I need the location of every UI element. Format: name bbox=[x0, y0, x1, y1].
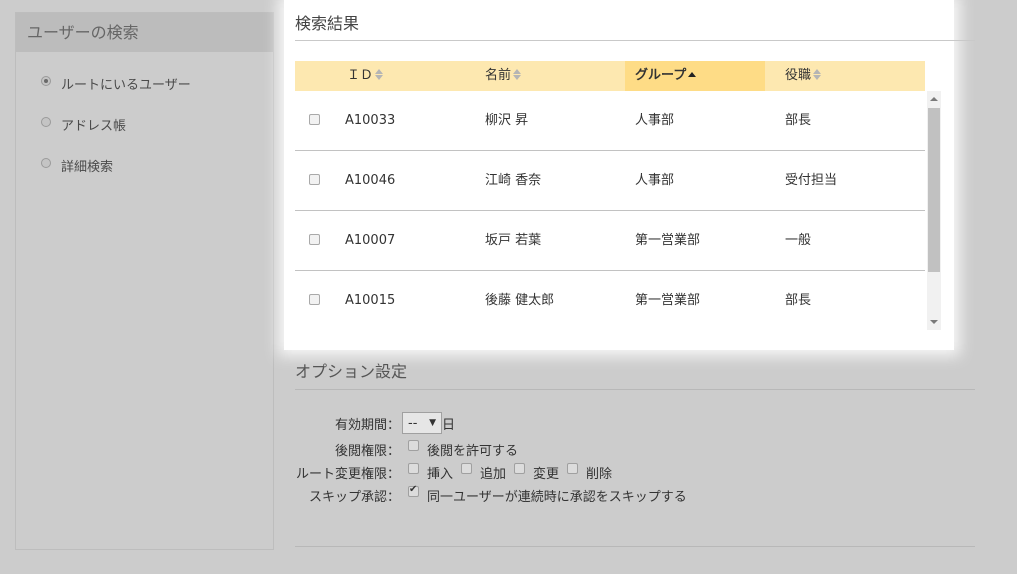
cell-id: A10015 bbox=[345, 293, 396, 308]
radio-label: 詳細検索 bbox=[61, 160, 114, 175]
options-title: オプション設定 bbox=[295, 362, 408, 381]
results-title: 検索結果 bbox=[295, 14, 360, 33]
column-header-label: 役職 bbox=[785, 68, 812, 83]
add-checkbox[interactable] bbox=[461, 463, 473, 474]
view-permission-checkbox[interactable] bbox=[408, 440, 419, 451]
cell-position: 受付担当 bbox=[785, 173, 838, 188]
delete-checkbox[interactable] bbox=[567, 463, 579, 474]
sort-icon bbox=[375, 69, 384, 80]
table-row[interactable]: A10046 江崎 香奈 人事部 受付担当 bbox=[295, 151, 925, 211]
cell-id: A10033 bbox=[345, 113, 396, 128]
column-header-id[interactable]: ＩＤ bbox=[347, 61, 427, 91]
scroll-down-arrow-icon[interactable] bbox=[930, 320, 938, 324]
table-row[interactable]: A10033 柳沢 昇 人事部 部長 bbox=[295, 91, 925, 151]
user-search-title: ユーザーの検索 bbox=[16, 13, 273, 52]
divider bbox=[295, 389, 975, 390]
radio-button-icon[interactable] bbox=[41, 116, 51, 127]
validity-unit: 日 bbox=[442, 417, 456, 433]
sort-icon bbox=[813, 69, 822, 80]
view-permission-checkbox-label: 後閲を許可する bbox=[427, 444, 519, 459]
cell-group: 人事部 bbox=[635, 113, 675, 128]
column-header-position[interactable]: 役職 bbox=[785, 61, 905, 91]
cell-id: A10046 bbox=[345, 173, 396, 188]
table-row[interactable]: A10007 坂戸 若葉 第一営業部 一般 bbox=[295, 211, 925, 271]
radio-label: ルートにいるユーザー bbox=[61, 78, 191, 93]
cell-name: 柳沢 昇 bbox=[485, 113, 529, 128]
insert-label: 挿入 bbox=[427, 467, 454, 482]
radio-label: アドレス帳 bbox=[61, 119, 127, 134]
validity-value: -- bbox=[408, 415, 418, 431]
cell-name: 坂戸 若葉 bbox=[485, 233, 542, 248]
radio-address-book[interactable]: アドレス帳 bbox=[41, 115, 126, 134]
column-header-label: 名前 bbox=[485, 68, 512, 83]
column-header-name[interactable]: 名前 bbox=[485, 61, 605, 91]
radio-route-users[interactable]: ルートにいるユーザー bbox=[41, 74, 191, 93]
route-permission-label: ルート変更権限： bbox=[295, 467, 400, 482]
divider bbox=[295, 40, 975, 41]
delete-label: 削除 bbox=[586, 467, 613, 482]
skip-approval-checkbox-label: 同一ユーザーが連続時に承認をスキップする bbox=[427, 490, 687, 505]
results-table-body: A10033 柳沢 昇 人事部 部長 A10046 江崎 香奈 人事部 受付担当… bbox=[295, 91, 925, 330]
search-results-panel: 検索結果 ＩＤ 名前 グループ 役職 A10033 柳沢 昇 人事部 部長 A1… bbox=[284, 0, 975, 350]
option-skip-approval-row: スキップ承認： 同一ユーザーが連続時に承認をスキップする bbox=[295, 484, 687, 505]
row-checkbox[interactable] bbox=[309, 294, 320, 305]
sort-icon bbox=[513, 69, 522, 80]
radio-button-icon[interactable] bbox=[41, 75, 51, 86]
insert-checkbox[interactable] bbox=[408, 463, 419, 474]
validity-label: 有効期間： bbox=[334, 417, 400, 433]
table-header: ＩＤ 名前 グループ 役職 bbox=[295, 61, 925, 91]
cell-id: A10007 bbox=[345, 233, 396, 248]
view-permission-label: 後閲権限： bbox=[334, 444, 400, 459]
column-header-label: ＩＤ bbox=[347, 68, 374, 83]
cell-group: 人事部 bbox=[635, 173, 675, 188]
dropdown-arrow-icon: ▼ bbox=[429, 418, 436, 428]
validity-days-select[interactable]: -- ▼ bbox=[402, 412, 442, 434]
cell-position: 部長 bbox=[785, 113, 812, 128]
divider bbox=[295, 546, 975, 547]
row-checkbox[interactable] bbox=[309, 174, 320, 185]
column-header-label: グループ bbox=[635, 68, 687, 83]
skip-approval-label: スキップ承認： bbox=[308, 490, 400, 505]
cell-group: 第一営業部 bbox=[635, 293, 701, 308]
table-row[interactable]: A10015 後藤 健太郎 第一営業部 部長 bbox=[295, 271, 925, 330]
option-view-permission-row: 後閲権限： 後閲を許可する bbox=[295, 440, 518, 459]
option-validity-row: 有効期間： -- ▼ 日 bbox=[295, 412, 455, 434]
row-checkbox[interactable] bbox=[309, 114, 320, 125]
row-checkbox[interactable] bbox=[309, 234, 320, 245]
add-label: 追加 bbox=[480, 467, 507, 482]
skip-approval-checkbox[interactable] bbox=[408, 484, 419, 497]
radio-button-icon[interactable] bbox=[41, 157, 51, 168]
sort-ascending-icon bbox=[688, 71, 697, 78]
cell-position: 部長 bbox=[785, 293, 812, 308]
option-route-permission-row: ルート変更権限： 挿入 追加 変更 削除 bbox=[295, 463, 612, 482]
scroll-up-arrow-icon[interactable] bbox=[930, 97, 938, 101]
results-scrollbar[interactable] bbox=[927, 91, 941, 330]
radio-detailed-search[interactable]: 詳細検索 bbox=[41, 156, 113, 175]
cell-group: 第一営業部 bbox=[635, 233, 701, 248]
change-checkbox[interactable] bbox=[514, 463, 526, 474]
scrollbar-thumb[interactable] bbox=[928, 108, 940, 272]
change-label: 変更 bbox=[533, 467, 560, 482]
column-header-group[interactable]: グループ bbox=[625, 61, 765, 91]
cell-position: 一般 bbox=[785, 233, 812, 248]
cell-name: 江崎 香奈 bbox=[485, 173, 542, 188]
cell-name: 後藤 健太郎 bbox=[485, 293, 555, 308]
